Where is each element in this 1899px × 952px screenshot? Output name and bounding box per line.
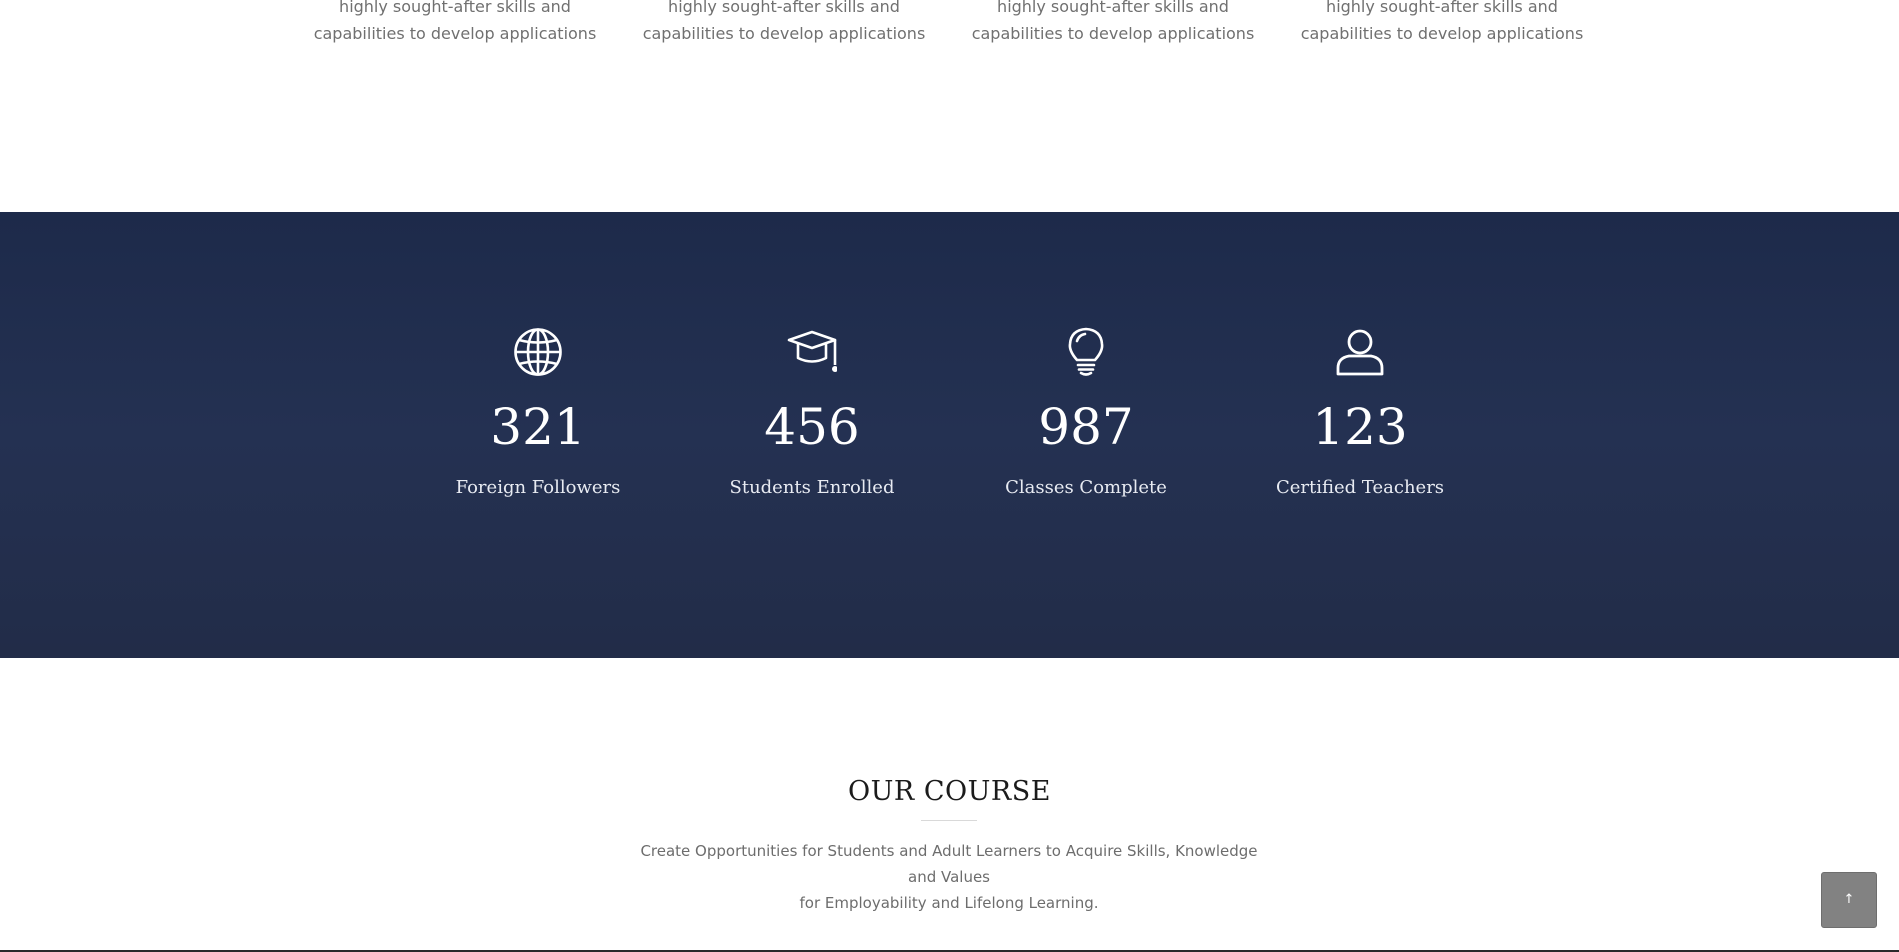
stat-number: 321 (490, 398, 586, 456)
stat-number: 456 (764, 398, 860, 456)
scroll-to-top-button[interactable]: ↑ (1821, 872, 1877, 928)
feature-description: highly sought-after skills and capabilit… (313, 0, 597, 43)
feature-description: highly sought-after skills and capabilit… (642, 0, 926, 43)
features-section: highly sought-after skills and capabilit… (0, 0, 1899, 212)
feature-description: highly sought-after skills and capabilit… (1300, 0, 1584, 43)
stat-number: 987 (1038, 398, 1134, 456)
globe-icon (514, 328, 562, 376)
title-underline (921, 820, 977, 821)
section-title: OUR COURSE (848, 776, 1051, 807)
stat-label: Classes Complete (1005, 477, 1167, 498)
stat-label: Foreign Followers (455, 477, 621, 498)
stat-label: Certified Teachers (1275, 477, 1445, 498)
stats-section: 321 Foreign Followers 456 Students Enrol… (0, 212, 1899, 658)
feature-description: highly sought-after skills and capabilit… (971, 0, 1255, 43)
stat-label: Students Enrolled (729, 477, 895, 498)
lightbulb-icon (1068, 327, 1104, 376)
arrow-up-icon: ↑ (1843, 892, 1855, 907)
graduation-cap-icon (787, 330, 837, 372)
our-course-section: OUR COURSE Create Opportunities for Stud… (0, 658, 1899, 952)
user-icon (1336, 329, 1384, 376)
stat-number: 123 (1312, 398, 1408, 456)
section-description: Create Opportunities for Students and Ad… (640, 842, 1258, 912)
